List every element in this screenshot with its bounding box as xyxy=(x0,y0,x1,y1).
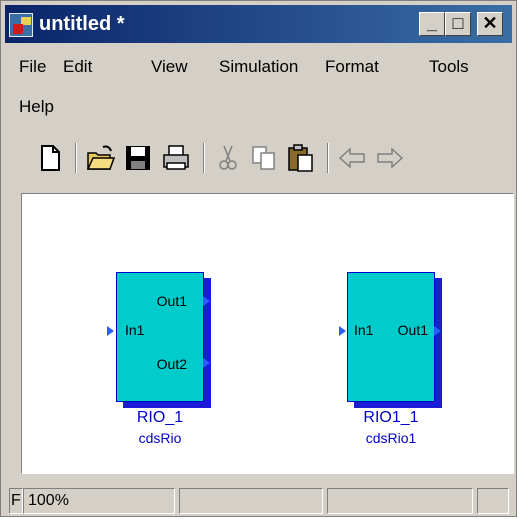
new-document-icon[interactable] xyxy=(35,143,65,173)
block-library-label: cdsRio1 xyxy=(365,430,417,446)
model-window: untitled * _ □ ✕ File Edit View Simulati… xyxy=(0,0,517,517)
out-port-label: Out1 xyxy=(397,322,428,338)
toolbar-separator xyxy=(203,143,205,173)
output-port-arrow[interactable] xyxy=(203,358,210,368)
block-body[interactable]: In1 Out1 xyxy=(347,272,435,402)
paste-icon[interactable] xyxy=(285,143,315,173)
block-name-label[interactable]: RIO_1 xyxy=(90,409,230,427)
model-canvas[interactable]: Out1 In1 Out2 RIO_1 cdsRio In1 Out1 RIO1… xyxy=(21,193,514,474)
toolbar-separator xyxy=(75,143,77,173)
in-port-label: In1 xyxy=(354,322,374,338)
input-port-arrow[interactable] xyxy=(339,326,346,336)
menu-simulation[interactable]: Simulation xyxy=(217,57,300,77)
simulink-app-icon[interactable] xyxy=(9,13,33,37)
back-arrow-icon[interactable] xyxy=(337,143,367,173)
in-port-label: In1 xyxy=(125,322,145,338)
status-pane xyxy=(327,488,473,514)
menu-file[interactable]: File xyxy=(17,57,48,77)
out-port-label: Out2 xyxy=(156,356,187,372)
block-body[interactable]: Out1 In1 Out2 xyxy=(116,272,204,402)
block-library-label: cdsRio xyxy=(138,430,182,446)
window-title: untitled * xyxy=(39,13,125,35)
output-port-arrow[interactable] xyxy=(203,296,210,306)
menu-tools[interactable]: Tools xyxy=(427,57,471,77)
menu-help[interactable]: Help xyxy=(17,97,56,117)
status-bar: F 100% xyxy=(5,486,514,516)
save-disk-icon[interactable] xyxy=(123,143,153,173)
size-grip[interactable] xyxy=(477,488,509,514)
cut-icon[interactable] xyxy=(213,143,243,173)
toolbar xyxy=(5,137,514,181)
status-pane xyxy=(179,488,323,514)
title-bar[interactable]: untitled * _ □ ✕ xyxy=(5,5,512,43)
close-button[interactable]: ✕ xyxy=(477,12,503,36)
open-folder-icon[interactable] xyxy=(85,143,116,173)
copy-icon[interactable] xyxy=(249,143,279,173)
print-icon[interactable] xyxy=(161,143,191,173)
forward-arrow-icon[interactable] xyxy=(375,143,405,173)
status-zoom: 100% xyxy=(23,488,175,514)
menu-view[interactable]: View xyxy=(149,57,190,77)
out-port-label: Out1 xyxy=(156,293,187,309)
restore-button[interactable]: □ xyxy=(445,12,471,36)
menu-format[interactable]: Format xyxy=(323,57,381,77)
toolbar-separator xyxy=(327,143,329,173)
input-port-arrow[interactable] xyxy=(107,326,114,336)
block-name-label[interactable]: RIO1_1 xyxy=(321,409,461,427)
output-port-arrow[interactable] xyxy=(434,326,441,336)
minimize-button[interactable]: _ xyxy=(419,12,445,36)
status-pane-left: F xyxy=(9,488,23,514)
menu-edit[interactable]: Edit xyxy=(61,57,94,77)
